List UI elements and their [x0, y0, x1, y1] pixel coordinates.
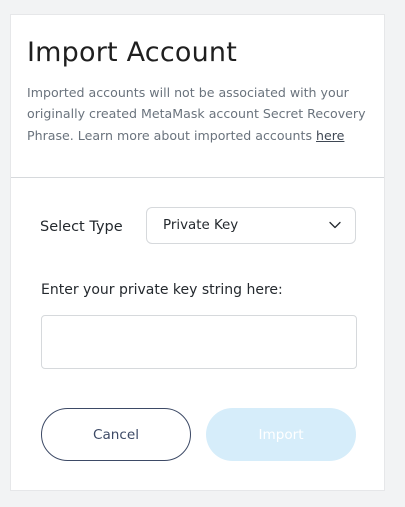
import-account-panel: Import Account Imported accounts will no…: [10, 14, 385, 491]
page-title: Import Account: [27, 37, 238, 68]
divider: [11, 177, 384, 178]
private-key-input[interactable]: [41, 315, 357, 369]
private-key-label: Enter your private key string here:: [41, 282, 283, 298]
chevron-down-icon: [329, 221, 341, 229]
select-type-value: Private Key: [163, 218, 239, 233]
cancel-button[interactable]: Cancel: [41, 408, 191, 461]
description-body: Imported accounts will not be associated…: [27, 85, 366, 143]
select-type-label: Select Type: [40, 219, 123, 235]
learn-more-link[interactable]: here: [316, 128, 344, 143]
import-button[interactable]: Import: [206, 408, 356, 461]
description-text: Imported accounts will not be associated…: [27, 82, 372, 146]
select-type-dropdown[interactable]: Private Key: [146, 207, 356, 244]
